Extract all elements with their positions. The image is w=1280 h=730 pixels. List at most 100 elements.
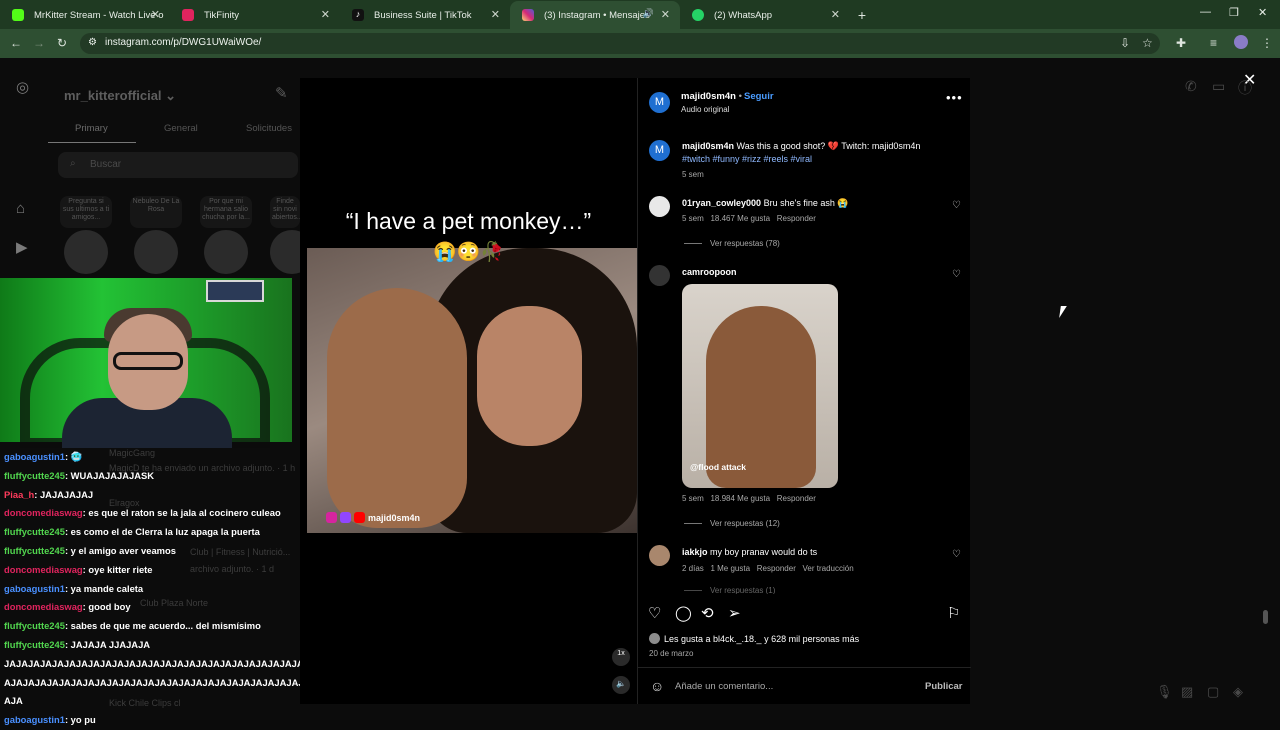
- tab-whatsapp[interactable]: (2) WhatsApp ✕: [680, 1, 850, 29]
- tab-tikfinity[interactable]: TikFinity ✕: [170, 1, 340, 29]
- microphone-icon[interactable]: 🎙: [1156, 684, 1173, 700]
- comment-icon[interactable]: ◯: [675, 604, 692, 622]
- info-icon[interactable]: ⓘ: [1238, 78, 1252, 98]
- tab-requests[interactable]: Solicitudes: [246, 123, 292, 134]
- chat-username[interactable]: fluffycutte245: [4, 526, 65, 537]
- reload-icon[interactable]: ↻: [57, 36, 67, 50]
- reel-video[interactable]: “I have a pet monkey…” 😭😳🥀 majid0sm4n 1x…: [300, 78, 637, 704]
- extensions-icon[interactable]: ✚: [1176, 36, 1186, 50]
- home-icon[interactable]: ⌂: [16, 200, 25, 217]
- reel-frame: [307, 248, 637, 533]
- note-item[interactable]: Finde sin novi abiertos...: [270, 196, 300, 274]
- chat-username[interactable]: doncomediaswag: [4, 564, 83, 575]
- avatar[interactable]: [649, 545, 670, 566]
- post-actions: ♡ ◯ ⟲ ➢ ⚐: [648, 604, 962, 624]
- like-comment-icon[interactable]: ♡: [952, 269, 961, 280]
- minimize-icon[interactable]: —: [1200, 6, 1211, 18]
- close-tab-icon[interactable]: ✕: [831, 8, 840, 21]
- note-item[interactable]: Por que mi hermana salio chucha por la..…: [200, 196, 252, 274]
- chat-message: gaboagustin1: 🥶: [4, 448, 82, 467]
- install-icon[interactable]: ⇩: [1120, 36, 1130, 50]
- chat-username[interactable]: Piaa_h: [4, 489, 34, 500]
- toolbar: ← → ↻ ⚙ instagram.com/p/DWG1UWaiWOe/: [0, 29, 1280, 58]
- follow-button[interactable]: Seguir: [744, 91, 774, 102]
- like-icon[interactable]: ♡: [648, 604, 661, 622]
- playback-speed-button[interactable]: 1x: [612, 648, 630, 666]
- menu-icon[interactable]: ⋮: [1261, 36, 1273, 50]
- liked-by-text[interactable]: Les gusta a bl4ck._.18._ y 628 mil perso…: [664, 634, 859, 644]
- publish-button[interactable]: Publicar: [925, 681, 963, 692]
- note-item[interactable]: Pregunta si sus ultimos a ti amigos...: [60, 196, 112, 274]
- comment-image[interactable]: @flood attack: [682, 284, 838, 488]
- chat-username[interactable]: doncomediaswag: [4, 507, 83, 518]
- close-tab-icon[interactable]: ✕: [661, 8, 670, 21]
- avatar: [134, 230, 178, 274]
- avatar[interactable]: [649, 265, 670, 286]
- mouse-cursor: [1059, 306, 1067, 318]
- maximize-icon[interactable]: ❐: [1229, 6, 1239, 19]
- speaker-icon[interactable]: 🔊: [643, 8, 654, 19]
- video-call-icon[interactable]: ▭: [1212, 78, 1225, 95]
- more-options-icon[interactable]: •••: [946, 90, 963, 105]
- close-tab-icon[interactable]: ✕: [491, 8, 500, 21]
- chat-username[interactable]: fluffycutte245: [4, 620, 65, 631]
- like-comment-icon[interactable]: ♡: [952, 549, 961, 560]
- author-username[interactable]: majid0sm4n •: [681, 91, 742, 102]
- forward-icon[interactable]: →: [33, 36, 45, 50]
- share-icon[interactable]: ➢: [728, 604, 741, 622]
- scrollbar[interactable]: [1263, 610, 1268, 624]
- profile-avatar[interactable]: [1234, 35, 1248, 49]
- note-item[interactable]: Nebuleo De La Rosa: [130, 196, 182, 274]
- volume-icon[interactable]: 🔈: [612, 676, 630, 694]
- whatsapp-icon: [692, 9, 704, 21]
- view-replies-button[interactable]: Ver respuestas (12): [684, 519, 780, 528]
- new-tab-button[interactable]: +: [850, 1, 874, 29]
- avatar[interactable]: [649, 196, 670, 217]
- chat-text: AJA: [4, 695, 23, 707]
- chat-username[interactable]: fluffycutte245: [4, 470, 65, 481]
- audio-label[interactable]: Audio original: [681, 105, 729, 114]
- author-avatar[interactable]: M: [649, 92, 670, 113]
- close-tab-icon[interactable]: ✕: [321, 8, 330, 21]
- tab-kick-stream[interactable]: MrKitter Stream - Watch Live o ✕: [0, 1, 170, 29]
- media-controls-icon[interactable]: ≡: [1210, 36, 1217, 50]
- chat-username[interactable]: doncomediaswag: [4, 601, 83, 612]
- site-settings-icon[interactable]: ⚙: [88, 37, 97, 48]
- instagram-logo-icon[interactable]: ◎: [16, 78, 29, 96]
- author-avatar[interactable]: M: [649, 140, 670, 161]
- chat-username[interactable]: fluffycutte245: [4, 639, 65, 650]
- tab-primary[interactable]: Primary: [75, 123, 108, 134]
- chat-username[interactable]: gaboagustin1: [4, 583, 65, 594]
- comment-composer: ☺ Añade un comentario... Publicar: [638, 667, 971, 704]
- emoji-icon[interactable]: ☺: [650, 678, 664, 694]
- tab-instagram[interactable]: (3) Instagram • Mensajes 🔊 ✕: [510, 1, 680, 29]
- hashtags[interactable]: #twitch #funny #rizz #reels #viral: [682, 154, 812, 164]
- chat-text: : JAJAJA JJAJAJA: [64, 639, 151, 650]
- dog: [327, 288, 467, 528]
- dm-search-input[interactable]: ⌕ Buscar: [58, 152, 298, 178]
- view-replies-button[interactable]: Ver respuestas (1): [684, 586, 775, 594]
- back-icon[interactable]: ←: [10, 36, 22, 50]
- chat-username[interactable]: fluffycutte245: [4, 545, 65, 556]
- tab-tiktok-business[interactable]: ♪ Business Suite | TikTok ✕: [340, 1, 510, 29]
- phone-icon[interactable]: ✆: [1185, 78, 1197, 95]
- close-window-icon[interactable]: ✕: [1258, 6, 1267, 19]
- bookmark-star-icon[interactable]: ☆: [1142, 36, 1153, 50]
- close-tab-icon[interactable]: ✕: [151, 8, 160, 21]
- address-bar[interactable]: ⚙ instagram.com/p/DWG1UWaiWOe/: [80, 33, 1160, 54]
- chat-username[interactable]: gaboagustin1: [4, 451, 65, 462]
- new-message-icon[interactable]: ✎: [275, 84, 288, 102]
- comment-input[interactable]: Añade un comentario...: [675, 681, 773, 692]
- save-icon[interactable]: ⚐: [947, 604, 960, 622]
- reel-social-tag: majid0sm4n: [326, 512, 420, 523]
- reels-icon[interactable]: ▶: [16, 238, 28, 256]
- sticker-icon[interactable]: ▢: [1207, 684, 1219, 700]
- liker-avatar[interactable]: [649, 633, 660, 644]
- like-comment-icon[interactable]: ♡: [952, 200, 961, 211]
- gif-icon[interactable]: ◈: [1233, 684, 1243, 700]
- tab-general[interactable]: General: [164, 123, 198, 134]
- view-replies-button[interactable]: Ver respuestas (78): [684, 239, 780, 248]
- repost-icon[interactable]: ⟲: [701, 604, 714, 622]
- dm-username[interactable]: mr_kitterofficial ⌄: [64, 88, 176, 104]
- image-icon[interactable]: ▨: [1181, 684, 1193, 700]
